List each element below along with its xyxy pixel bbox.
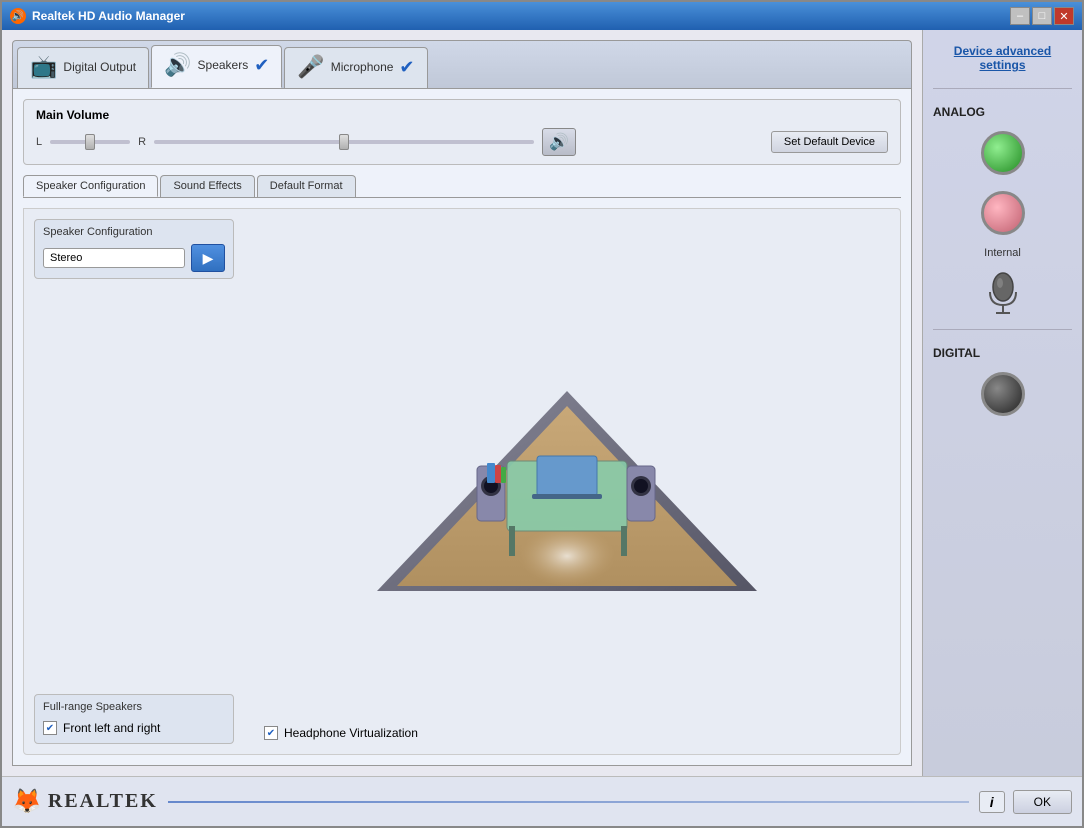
mic-check-icon: ✔ [399,57,414,78]
analog-label: ANALOG [933,105,1072,119]
title-bar-left: 🔊 Realtek HD Audio Manager [10,8,185,24]
digital-output-icon: 📺 [30,54,57,80]
speaker-config-group: Speaker Configuration Stereo Quadraphoni… [34,219,234,279]
set-default-button[interactable]: Set Default Device [771,131,888,153]
device-advanced-link[interactable]: Device advanced settings [933,40,1072,76]
green-jack[interactable] [981,131,1025,175]
config-left: Speaker Configuration Stereo Quadraphoni… [34,219,234,744]
realtek-text: REALTEK [48,790,158,813]
room-visualization [244,219,890,722]
volume-section: Main Volume L R 🔊 [23,99,901,165]
bottom-bar: 🦊 REALTEK i OK [2,776,1082,826]
mic-icon-area [978,267,1028,317]
close-button[interactable]: ✕ [1054,7,1074,25]
right-panel: Device advanced settings ANALOG Internal [922,30,1082,776]
bottom-divider-line [168,801,969,803]
app-icon: 🔊 [10,8,26,24]
volume-label: Main Volume [36,108,888,122]
front-left-right-checkbox[interactable]: ✔ [43,721,57,735]
tab-digital-output-label: Digital Output [63,60,136,74]
speaker-icon: 🔊 [549,132,569,152]
balance-thumb[interactable] [85,134,95,150]
tab-microphone[interactable]: 🎤 Microphone ✔ [284,47,427,88]
ok-button[interactable]: OK [1013,790,1072,814]
digital-jack[interactable] [981,372,1025,416]
microphone-icon: 🎤 [297,54,324,80]
config-right: ✔ Headphone Virtualization [244,219,890,744]
tab-speakers-label: Speakers [198,58,249,72]
tab-microphone-label: Microphone [331,60,394,74]
maximize-button[interactable]: □ [1032,7,1052,25]
digital-label: DIGITAL [933,346,1072,360]
internal-label: Internal [933,247,1072,259]
info-button[interactable]: i [979,791,1005,813]
volume-thumb[interactable] [339,134,349,150]
realtek-icon: 🦊 [12,787,42,816]
bottom-right: i OK [979,790,1072,814]
main-window: 🔊 Realtek HD Audio Manager – □ ✕ 📺 Digit… [0,0,1084,828]
subtab-speaker-configuration[interactable]: Speaker Configuration [23,175,158,197]
volume-controls: L R 🔊 Set Default Dev [36,128,888,156]
pink-jack[interactable] [981,191,1025,235]
full-range-label: Full-range Speakers [43,701,225,713]
front-left-right-label: Front left and right [63,721,160,735]
subtab-sound-effects[interactable]: Sound Effects [160,175,254,197]
left-panel: 📺 Digital Output 🔊 Speakers ✔ 🎤 Micropho… [2,30,922,776]
device-tabs: 📺 Digital Output 🔊 Speakers ✔ 🎤 Micropho… [12,40,912,88]
spacer [34,289,234,684]
dropdown-container: Stereo Quadraphonic 5.1 Speaker 7.1 Spea… [43,244,225,272]
speaker-config-dropdown[interactable]: Stereo Quadraphonic 5.1 Speaker 7.1 Spea… [43,248,185,268]
speakers-icon: 🔊 [164,52,191,78]
right-label: R [138,136,146,148]
headphone-virt-checkbox[interactable]: ✔ [264,726,278,740]
mute-button[interactable]: 🔊 [542,128,576,156]
headphone-virt-label: Headphone Virtualization [284,726,418,740]
front-left-right-row: ✔ Front left and right [43,719,225,737]
full-range-group: Full-range Speakers ✔ Front left and rig… [34,694,234,744]
play-button[interactable]: ▶ [191,244,225,272]
tab-digital-output[interactable]: 📺 Digital Output [17,47,149,88]
balance-slider-container [50,140,130,144]
speaker-config-panel: Speaker Configuration Stereo Quadraphoni… [23,208,901,755]
title-buttons: – □ ✕ [1010,7,1074,25]
room-svg [347,311,787,631]
content-area: Main Volume L R 🔊 [12,88,912,766]
divider-2 [933,329,1072,330]
divider-1 [933,88,1072,89]
subtab-default-format[interactable]: Default Format [257,175,356,197]
microphone-side-icon [978,267,1028,317]
sub-tabs: Speaker Configuration Sound Effects Defa… [23,175,901,198]
left-label: L [36,136,42,148]
title-bar: 🔊 Realtek HD Audio Manager – □ ✕ [2,2,1082,30]
speakers-check-icon: ✔ [254,55,269,76]
speaker-config-group-label: Speaker Configuration [43,226,225,238]
tab-speakers[interactable]: 🔊 Speakers ✔ [151,45,282,88]
volume-slider[interactable] [154,140,534,144]
headphone-virtualization-row: ✔ Headphone Virtualization [264,722,418,744]
play-icon: ▶ [203,250,214,267]
window-title: Realtek HD Audio Manager [32,9,185,23]
minimize-button[interactable]: – [1010,7,1030,25]
main-content: 📺 Digital Output 🔊 Speakers ✔ 🎤 Micropho… [2,30,1082,776]
balance-slider[interactable] [50,140,130,144]
realtek-logo: 🦊 REALTEK [12,787,158,816]
